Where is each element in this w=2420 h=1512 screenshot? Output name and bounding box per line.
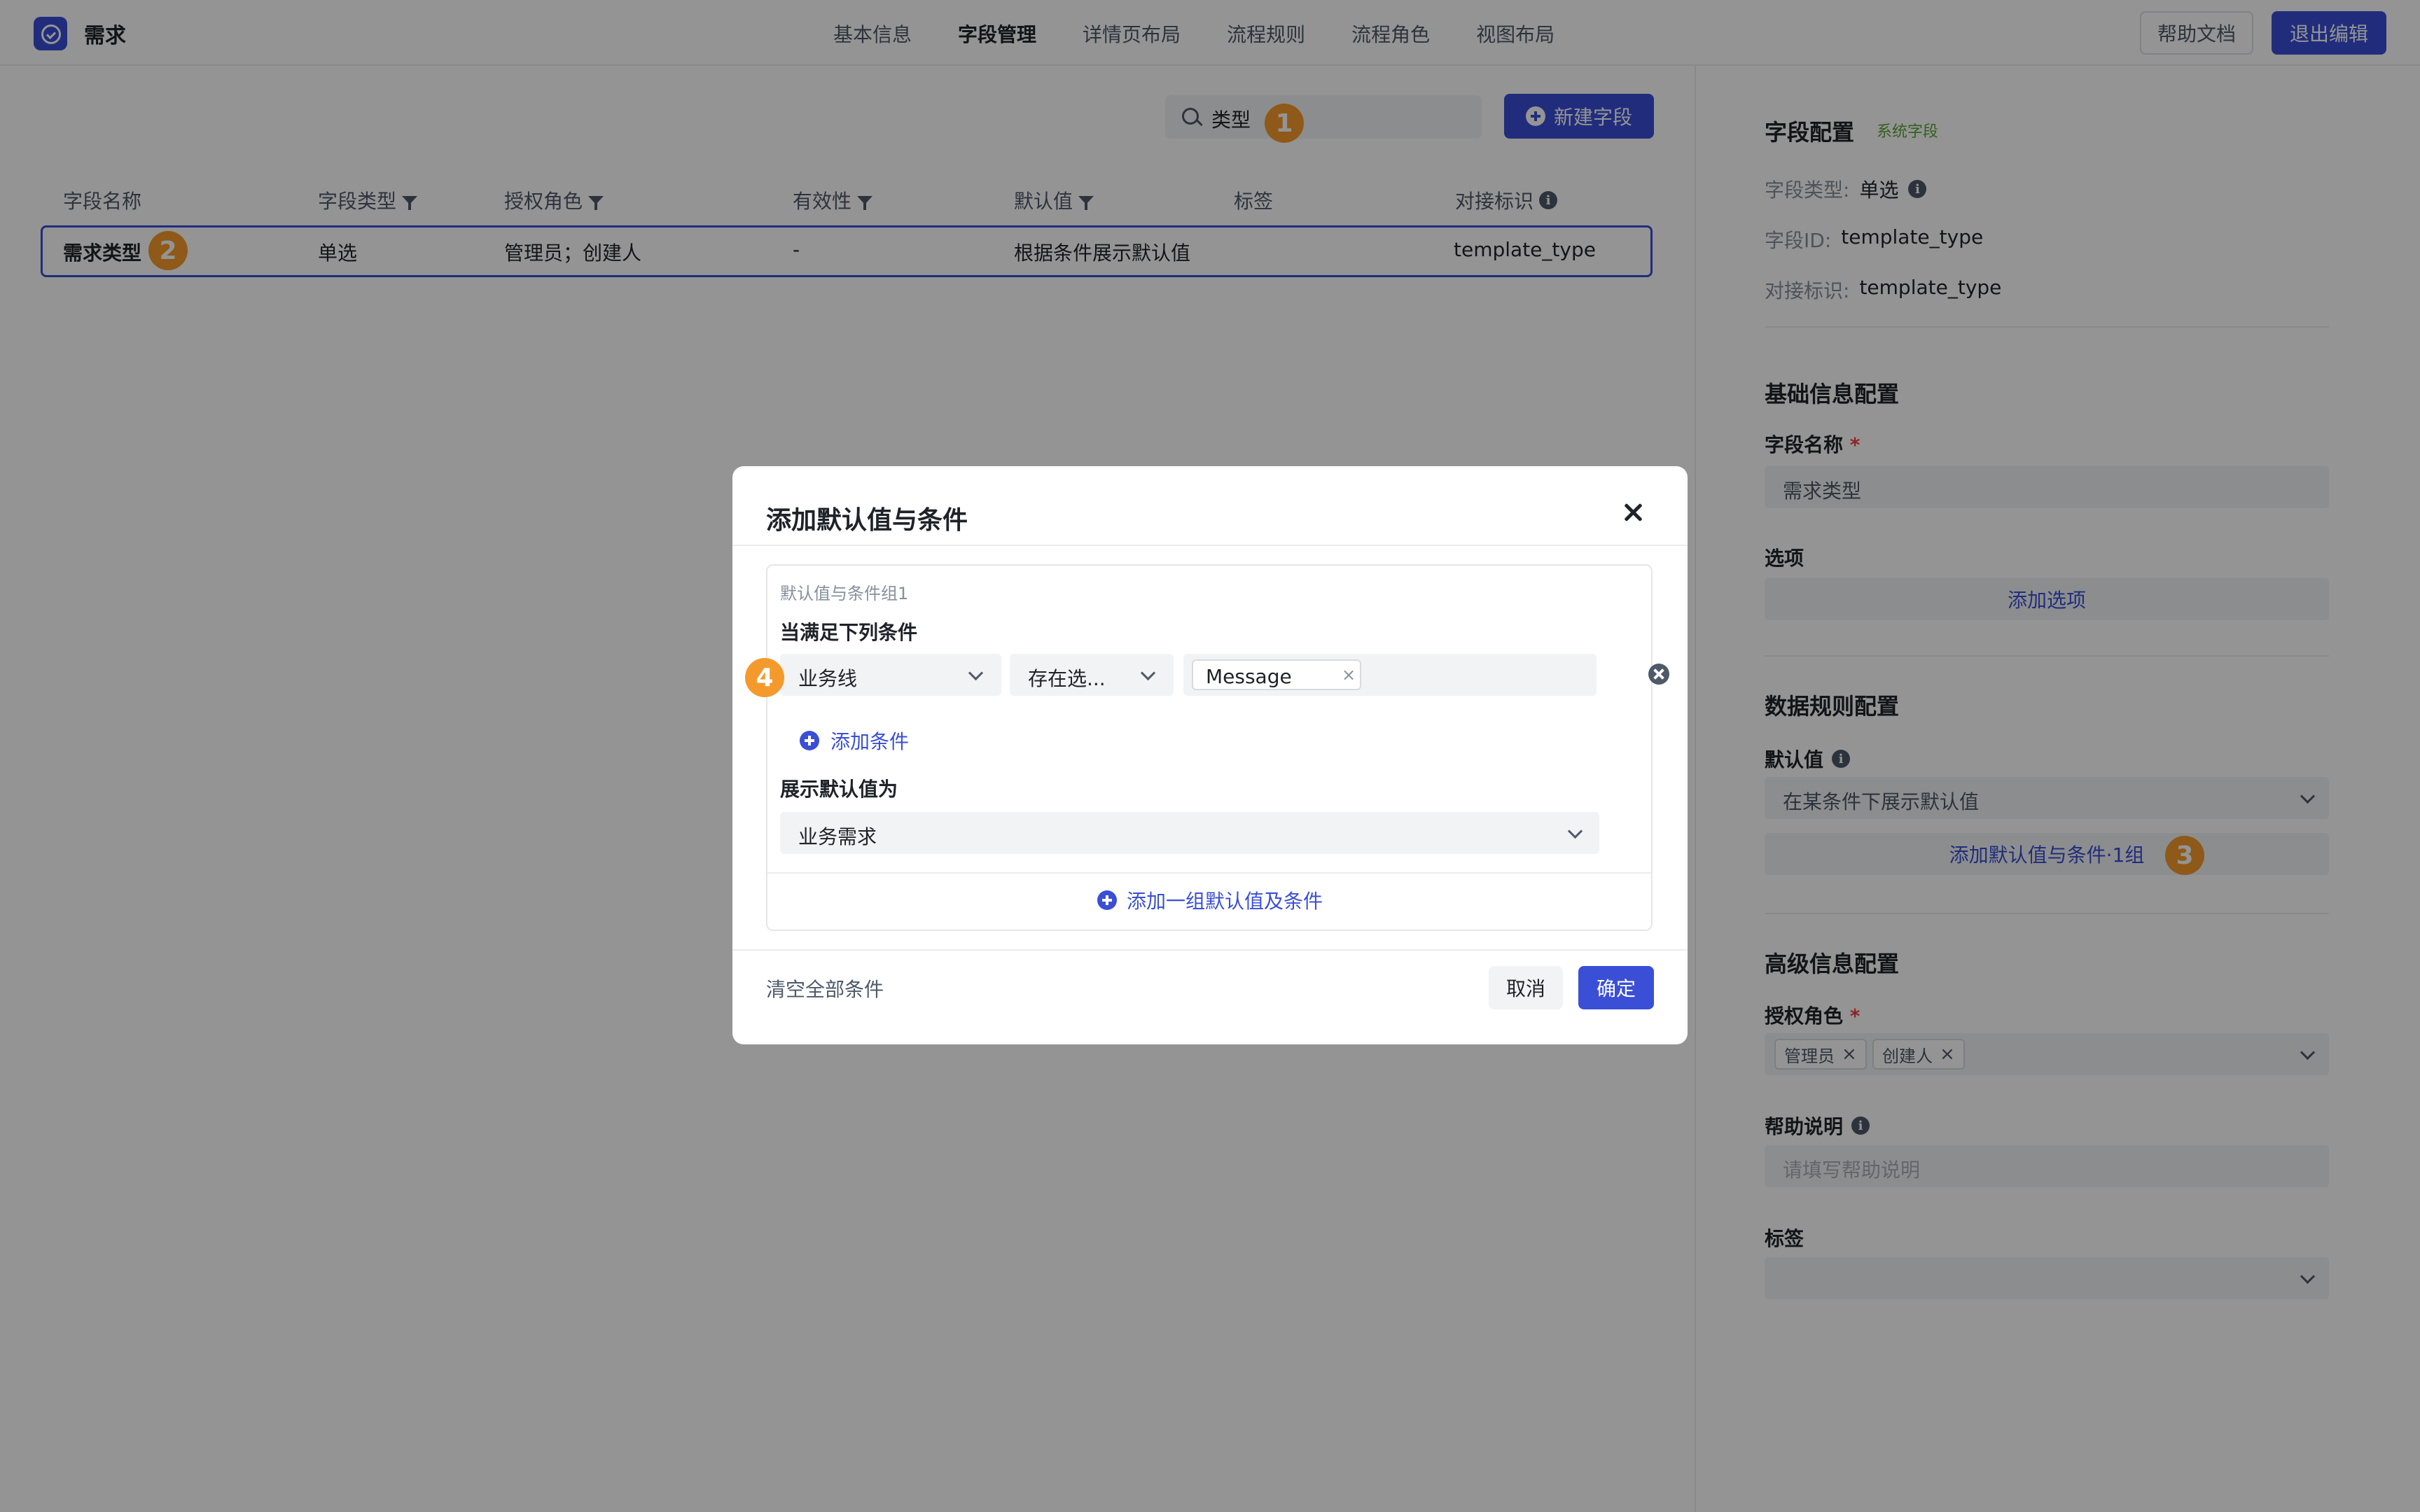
divider bbox=[732, 949, 1688, 951]
group-label: 默认值与条件组1 bbox=[780, 584, 909, 603]
field-select[interactable]: 业务线 bbox=[780, 654, 1001, 696]
add-condition-group-button[interactable]: 添加一组默认值及条件 bbox=[732, 886, 1688, 914]
close-icon[interactable]: × bbox=[1342, 665, 1356, 685]
chevron-down-icon bbox=[1140, 665, 1156, 681]
confirm-button[interactable]: 确定 bbox=[1578, 966, 1654, 1009]
value-multiselect[interactable]: Message × bbox=[1183, 654, 1597, 696]
close-icon[interactable] bbox=[1622, 501, 1644, 524]
show-default-label: 展示默认值为 bbox=[780, 778, 898, 801]
cancel-button[interactable]: 取消 bbox=[1489, 966, 1563, 1009]
value-tag[interactable]: Message × bbox=[1192, 659, 1361, 690]
plus-circle-icon bbox=[1097, 890, 1117, 910]
callout-badge-4: 4 bbox=[745, 658, 784, 697]
dialog-title: 添加默认值与条件 bbox=[766, 506, 968, 535]
chevron-down-icon bbox=[1567, 823, 1583, 839]
default-value-select[interactable]: 业务需求 bbox=[780, 812, 1599, 854]
chevron-down-icon bbox=[968, 665, 984, 681]
add-default-condition-dialog: 添加默认值与条件 默认值与条件组1 当满足下列条件 业务线 存在选... Mes… bbox=[732, 466, 1688, 1044]
condition-heading: 当满足下列条件 bbox=[780, 621, 918, 644]
divider bbox=[732, 545, 1688, 546]
divider bbox=[767, 872, 1651, 874]
clear-all-conditions-button[interactable]: 清空全部条件 bbox=[766, 974, 884, 1002]
add-condition-button[interactable]: 添加条件 bbox=[800, 727, 909, 755]
remove-condition-icon[interactable] bbox=[1648, 664, 1669, 685]
plus-circle-icon bbox=[800, 731, 819, 750]
operator-select[interactable]: 存在选... bbox=[1010, 654, 1174, 696]
